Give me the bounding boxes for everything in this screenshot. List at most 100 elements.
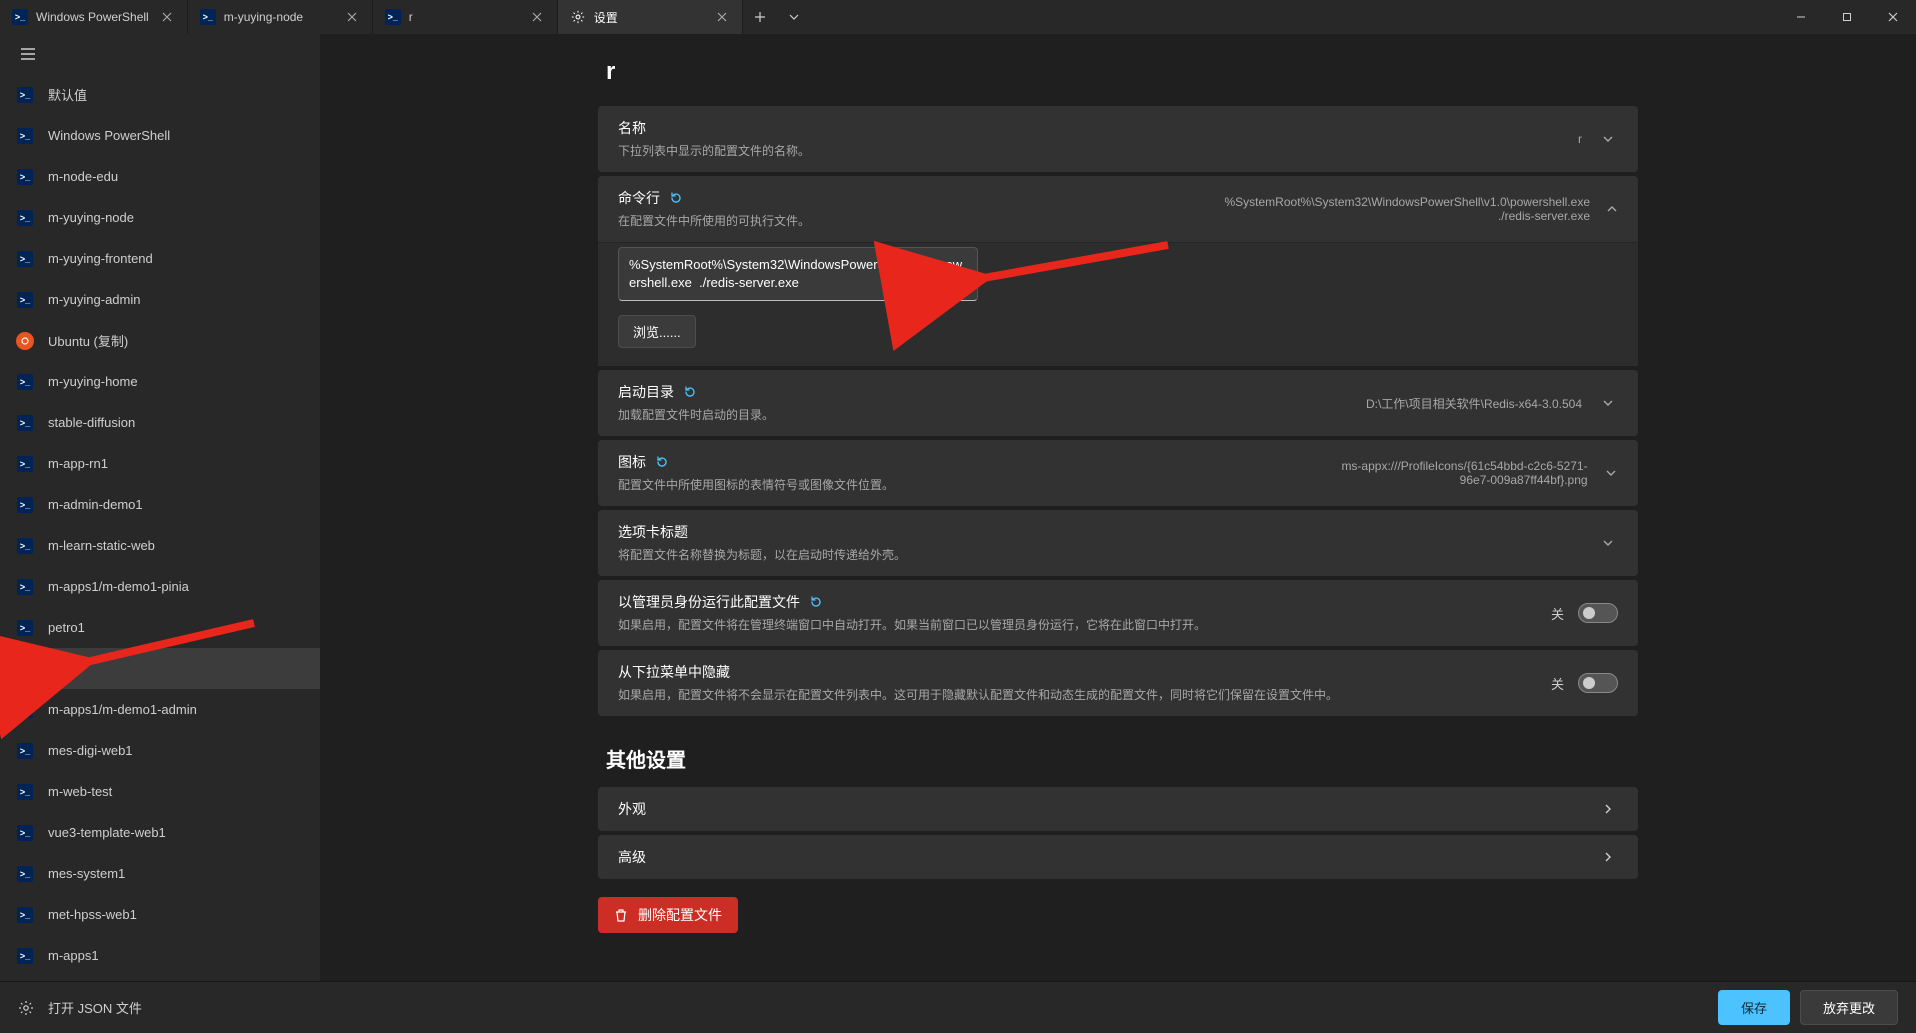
open-json-button[interactable]: 打开 JSON 文件 <box>18 998 142 1017</box>
page-title: r <box>606 58 1638 86</box>
sidebar-item-m-apps1-m-demo1-pinia[interactable]: >_m-apps1/m-demo1-pinia <box>0 566 320 607</box>
tab-dropdown-button[interactable] <box>777 0 811 34</box>
sidebar-item-label: Windows PowerShell <box>48 128 170 143</box>
delete-profile-button[interactable]: 删除配置文件 <box>598 897 738 933</box>
sidebar-item-m-learn-static-web[interactable]: >_ m-learn-static-web <box>0 525 320 566</box>
powershell-icon: >_ <box>16 742 34 760</box>
sidebar-item-label: r <box>48 661 52 676</box>
card-startdir-title: 启动目录 <box>618 382 674 402</box>
card-name-value: r <box>1578 132 1582 146</box>
powershell-icon: >_ <box>200 9 216 25</box>
card-hide-desc: 如果启用，配置文件将不会显示在配置文件列表中。这可用于隐藏默认配置文件和动态生成… <box>618 686 1338 704</box>
save-button[interactable]: 保存 <box>1718 990 1790 1025</box>
card-tabtitle[interactable]: 选项卡标题 将配置文件名称替换为标题，以在启动时传递给外壳。 <box>598 510 1638 576</box>
card-runasadmin-title: 以管理员身份运行此配置文件 <box>618 592 800 612</box>
commandline-input[interactable] <box>618 247 978 301</box>
sidebar-item-m-apps1-m-demo1-admin[interactable]: >_m-apps1/m-demo1-admin <box>0 689 320 730</box>
sidebar-item-met-hpss-web1[interactable]: >_ met-hpss-web1 <box>0 894 320 935</box>
powershell-icon: >_ <box>16 127 34 145</box>
sidebar-item-label: m-yuying-admin <box>48 292 140 307</box>
tab-windows-powershell[interactable]: >_Windows PowerShell <box>0 0 188 34</box>
tab-r[interactable]: >_r <box>373 0 558 34</box>
discard-button[interactable]: 放弃更改 <box>1800 990 1898 1025</box>
sidebar-item-r[interactable]: >_r <box>0 648 320 689</box>
tab-close-button[interactable] <box>342 7 362 27</box>
powershell-icon: >_ <box>16 578 34 596</box>
card-startdir-value: D:\工作\项目相关软件\Redis-x64-3.0.504 <box>1366 395 1582 412</box>
sidebar-item-petro1[interactable]: >_petro1 <box>0 607 320 648</box>
hide-toggle[interactable] <box>1578 673 1618 693</box>
sidebar-item-vue3-template-web1[interactable]: >_ vue3-template-web1 <box>0 812 320 853</box>
settings-content[interactable]: r 名称 下拉列表中显示的配置文件的名称。 r <box>320 34 1916 981</box>
sidebar-item-m-yuying-home[interactable]: >_m-yuying-home <box>0 361 320 402</box>
sidebar-item-stable-diffusion[interactable]: >_stable-diffusion <box>0 402 320 443</box>
sidebar-item-label: vue3-template-web1 <box>48 825 166 840</box>
sidebar-list[interactable]: >_默认值>_Windows PowerShell>_m-node-edu>_m… <box>0 74 320 981</box>
sidebar-item-label: m-apps1 <box>48 948 99 963</box>
card-icon[interactable]: 图标 配置文件中所使用图标的表情符号或图像文件位置。 ms-appx:///Pr… <box>598 440 1638 506</box>
sidebar-item-ubuntu-[interactable]: Ubuntu (复制) <box>0 320 320 361</box>
sidebar-item-mes-digi-web1[interactable]: >_mes-digi-web1 <box>0 730 320 771</box>
powershell-icon: >_ <box>16 537 34 555</box>
annotation-arrow-top <box>958 237 1178 297</box>
sidebar-item-label: stable-diffusion <box>48 415 135 430</box>
card-icon-desc: 配置文件中所使用图标的表情符号或图像文件位置。 <box>618 476 894 494</box>
tab-label: r <box>409 10 519 24</box>
sidebar-item-label: m-yuying-node <box>48 210 134 225</box>
card-icon-title: 图标 <box>618 452 646 472</box>
sidebar-item-m-node-edu[interactable]: >_m-node-edu <box>0 156 320 197</box>
window-close[interactable] <box>1870 0 1916 34</box>
reset-icon[interactable] <box>682 384 698 400</box>
powershell-icon: >_ <box>16 824 34 842</box>
powershell-icon: >_ <box>16 947 34 965</box>
powershell-icon: >_ <box>16 865 34 883</box>
powershell-icon: >_ <box>16 250 34 268</box>
sidebar-item-m-yuying-frontend[interactable]: >_m-yuying-frontend <box>0 238 320 279</box>
reset-icon[interactable] <box>808 594 824 610</box>
tab-close-button[interactable] <box>527 7 547 27</box>
window-maximize[interactable] <box>1824 0 1870 34</box>
sidebar-item--[interactable]: >_默认值 <box>0 74 320 115</box>
sidebar-item-m-apps1[interactable]: >_ m-apps1 <box>0 935 320 976</box>
window-minimize[interactable] <box>1778 0 1824 34</box>
tab-m-yuying-node[interactable]: >_m-yuying-node <box>188 0 373 34</box>
powershell-icon: >_ <box>16 906 34 924</box>
sidebar-item-label: m-learn-static-web <box>48 538 155 553</box>
tab--[interactable]: 设置 <box>558 0 743 34</box>
sidebar-item-m-yuying-node[interactable]: >_m-yuying-node <box>0 197 320 238</box>
sidebar-item-label: met-hpss-web1 <box>48 907 137 922</box>
sidebar-item-m-app-rn1[interactable]: >_m-app-rn1 <box>0 443 320 484</box>
card-advanced[interactable]: 高级 <box>598 835 1638 879</box>
card-commandline-title: 命令行 <box>618 188 660 208</box>
sidebar-hamburger[interactable] <box>10 38 46 70</box>
sidebar-item-m-admin-demo1[interactable]: >_m-admin-demo1 <box>0 484 320 525</box>
reset-icon[interactable] <box>668 190 684 206</box>
sidebar-item-windows-powershell[interactable]: >_ Windows PowerShell <box>0 115 320 156</box>
card-name-title: 名称 <box>618 118 810 138</box>
card-startdir[interactable]: 启动目录 加载配置文件时启动的目录。 D:\工作\项目相关软件\Redis-x6… <box>598 370 1638 436</box>
tab-label: Windows PowerShell <box>36 10 149 24</box>
chevron-down-icon <box>1604 463 1618 483</box>
runasadmin-toggle[interactable] <box>1578 603 1618 623</box>
reset-icon[interactable] <box>654 454 670 470</box>
new-tab-button[interactable] <box>743 0 777 34</box>
sidebar-item-label: 默认值 <box>48 85 87 104</box>
other-settings-heading: 其他设置 <box>606 744 1638 773</box>
gear-icon <box>570 9 586 25</box>
sidebar-item-mes-system1[interactable]: >_mes-system1 <box>0 853 320 894</box>
sidebar-add-profile[interactable]: 添加新配置文件 <box>0 976 320 981</box>
powershell-icon: >_ <box>16 496 34 514</box>
sidebar-item-m-yuying-admin[interactable]: >_m-yuying-admin <box>0 279 320 320</box>
chevron-up-icon <box>1606 199 1618 219</box>
card-name[interactable]: 名称 下拉列表中显示的配置文件的名称。 r <box>598 106 1638 172</box>
card-hide-title: 从下拉菜单中隐藏 <box>618 662 1338 682</box>
card-commandline-header[interactable]: 命令行 在配置文件中所使用的可执行文件。 %SystemRoot%\System… <box>598 176 1638 242</box>
card-commandline-desc: 在配置文件中所使用的可执行文件。 <box>618 212 810 230</box>
tab-close-button[interactable] <box>712 7 732 27</box>
sidebar-item-m-web-test[interactable]: >_m-web-test <box>0 771 320 812</box>
powershell-icon: >_ <box>16 619 34 637</box>
card-appearance[interactable]: 外观 <box>598 787 1638 831</box>
browse-button[interactable]: 浏览...... <box>618 315 696 348</box>
chevron-down-icon <box>789 12 799 22</box>
tab-close-button[interactable] <box>157 7 177 27</box>
